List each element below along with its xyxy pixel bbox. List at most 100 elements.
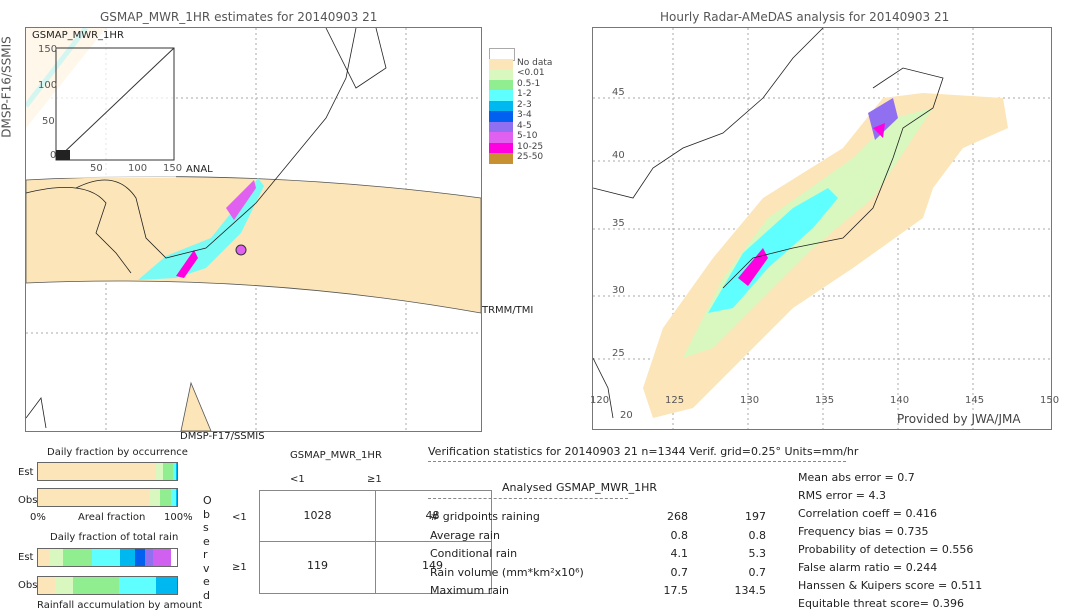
legend-swatch — [489, 132, 513, 143]
lat-tick: 20 — [620, 410, 633, 421]
col-estimate: GSMAP_MWR_1HR — [556, 481, 658, 494]
stat-estimate: 5.3 — [748, 547, 767, 560]
stat-analysed: 17.5 — [663, 584, 689, 597]
legend-label: <0.01 — [517, 68, 545, 78]
lat-tick: 25 — [612, 348, 625, 359]
total-rain-obs-label: Obs — [18, 580, 38, 591]
bar-segment — [153, 549, 172, 566]
divider — [428, 461, 846, 462]
occurrence-title: Daily fraction by occurrence — [47, 447, 188, 458]
inset-ytick: 0 — [50, 150, 57, 161]
total-rain-xlabel: Rainfall accumulation by amount — [37, 600, 203, 611]
right-map-canvas — [593, 28, 1051, 429]
occurrence-est-label: Est — [18, 467, 34, 478]
lon-tick: 125 — [665, 395, 685, 406]
left-map — [25, 27, 482, 432]
bar-segment — [38, 549, 50, 566]
lon-tick: 145 — [965, 395, 985, 406]
bar-segment — [163, 463, 173, 480]
bar-segment — [38, 463, 157, 480]
occurrence-obs-label: Obs — [18, 495, 38, 506]
legend-swatch — [489, 100, 513, 111]
stat-analysed: 4.1 — [670, 547, 689, 560]
stat-label: Conditional rain — [430, 547, 518, 560]
credit-label: Provided by JWA/JMA — [897, 412, 1021, 426]
sensor-right-label: TRMM/TMI — [482, 305, 534, 316]
right-map — [592, 27, 1052, 430]
bar-segment — [38, 489, 150, 506]
sensor-bottom-label: DMSP-F17/SSMIS — [180, 431, 265, 442]
right-map-title: Hourly Radar-AMeDAS analysis for 2014090… — [660, 10, 950, 24]
lon-tick: 135 — [815, 395, 835, 406]
legend-label: 2-3 — [517, 99, 532, 110]
total-rain-est-label: Est — [18, 552, 34, 563]
total-rain-title: Daily fraction of total rain — [50, 532, 179, 543]
lat-tick: 30 — [612, 285, 625, 296]
occurrence-est-bar — [37, 462, 178, 481]
observed-letter: d — [203, 588, 210, 602]
bar-segment — [149, 489, 161, 506]
observed-label: Observed — [203, 494, 213, 602]
lon-tick: 120 — [590, 395, 610, 406]
legend-label: No data — [517, 57, 553, 68]
stat-estimate: 197 — [745, 510, 766, 523]
score: RMS error = 4.3 — [798, 489, 886, 502]
total-rain-est-bar — [37, 548, 178, 567]
occurrence-obs-bar — [37, 488, 178, 507]
stat-label: # gridpoints raining — [430, 510, 540, 523]
total-rain-obs-bar — [37, 576, 178, 595]
bar-segment — [120, 549, 136, 566]
divider — [428, 498, 628, 499]
inset-xtick: 150 — [163, 163, 183, 174]
row-header-lt: <1 — [232, 512, 247, 523]
bar-segment — [38, 577, 55, 594]
lat-tick: 45 — [612, 87, 625, 98]
score: Equitable threat score= 0.396 — [798, 597, 964, 610]
left-map-canvas — [26, 28, 481, 431]
legend-label: 10-25 — [517, 141, 544, 152]
bar-segment — [63, 549, 93, 566]
observed-letter: r — [203, 548, 208, 561]
inset-ytick: 100 — [38, 80, 58, 91]
stat-analysed: 268 — [667, 510, 688, 523]
stat-analysed: 0.7 — [670, 565, 689, 579]
legend-swatch — [489, 121, 513, 132]
cell-hit-none: 1028 — [303, 509, 332, 522]
inset-ytick: 150 — [38, 44, 58, 55]
sensor-left-label: DMSP-F16/SSMIS — [0, 36, 14, 138]
occurrence-xmax: 100% — [164, 512, 193, 523]
legend-swatch — [489, 111, 513, 122]
lat-tick: 35 — [612, 218, 625, 229]
score: Probability of detection = 0.556 — [798, 543, 974, 556]
inset-ytick: 50 — [42, 116, 55, 127]
contingency-title: GSMAP_MWR_1HR — [290, 450, 382, 461]
stats-header: Verification statistics for 20140903 21 … — [428, 445, 859, 458]
cell-miss: 119 — [307, 559, 328, 572]
bar-segment — [118, 577, 157, 594]
stat-label: Rain volume (mm*km²x10⁶) — [430, 565, 584, 579]
col-analysed: Analysed — [502, 481, 553, 494]
stat-label: Maximum rain — [430, 584, 509, 597]
score: False alarm ratio = 0.244 — [798, 561, 938, 574]
bar-segment — [54, 577, 73, 594]
stat-estimate: 0.7 — [748, 565, 767, 579]
col-header-ge: ≥1 — [367, 474, 382, 485]
lon-tick: 130 — [740, 395, 760, 406]
bar-segment — [135, 549, 146, 566]
inset-label: GSMAP_MWR_1HR — [32, 30, 124, 41]
col-header-lt: <1 — [290, 474, 305, 485]
legend-label: 5-10 — [517, 131, 538, 141]
score: Mean abs error = 0.7 — [798, 471, 915, 484]
occurrence-xmin: 0% — [30, 512, 46, 523]
legend-label: 3-4 — [517, 110, 532, 120]
legend-swatch — [489, 90, 513, 101]
observed-letter: O — [203, 494, 212, 507]
inset-xtick: 50 — [90, 163, 103, 174]
legend-swatch — [489, 58, 513, 69]
bar-segment — [145, 549, 154, 566]
stat-estimate: 134.5 — [734, 584, 767, 597]
bar-segment — [175, 463, 177, 480]
observed-letter: e — [203, 534, 210, 548]
observed-letter: b — [203, 507, 210, 521]
legend-swatch — [489, 79, 513, 90]
